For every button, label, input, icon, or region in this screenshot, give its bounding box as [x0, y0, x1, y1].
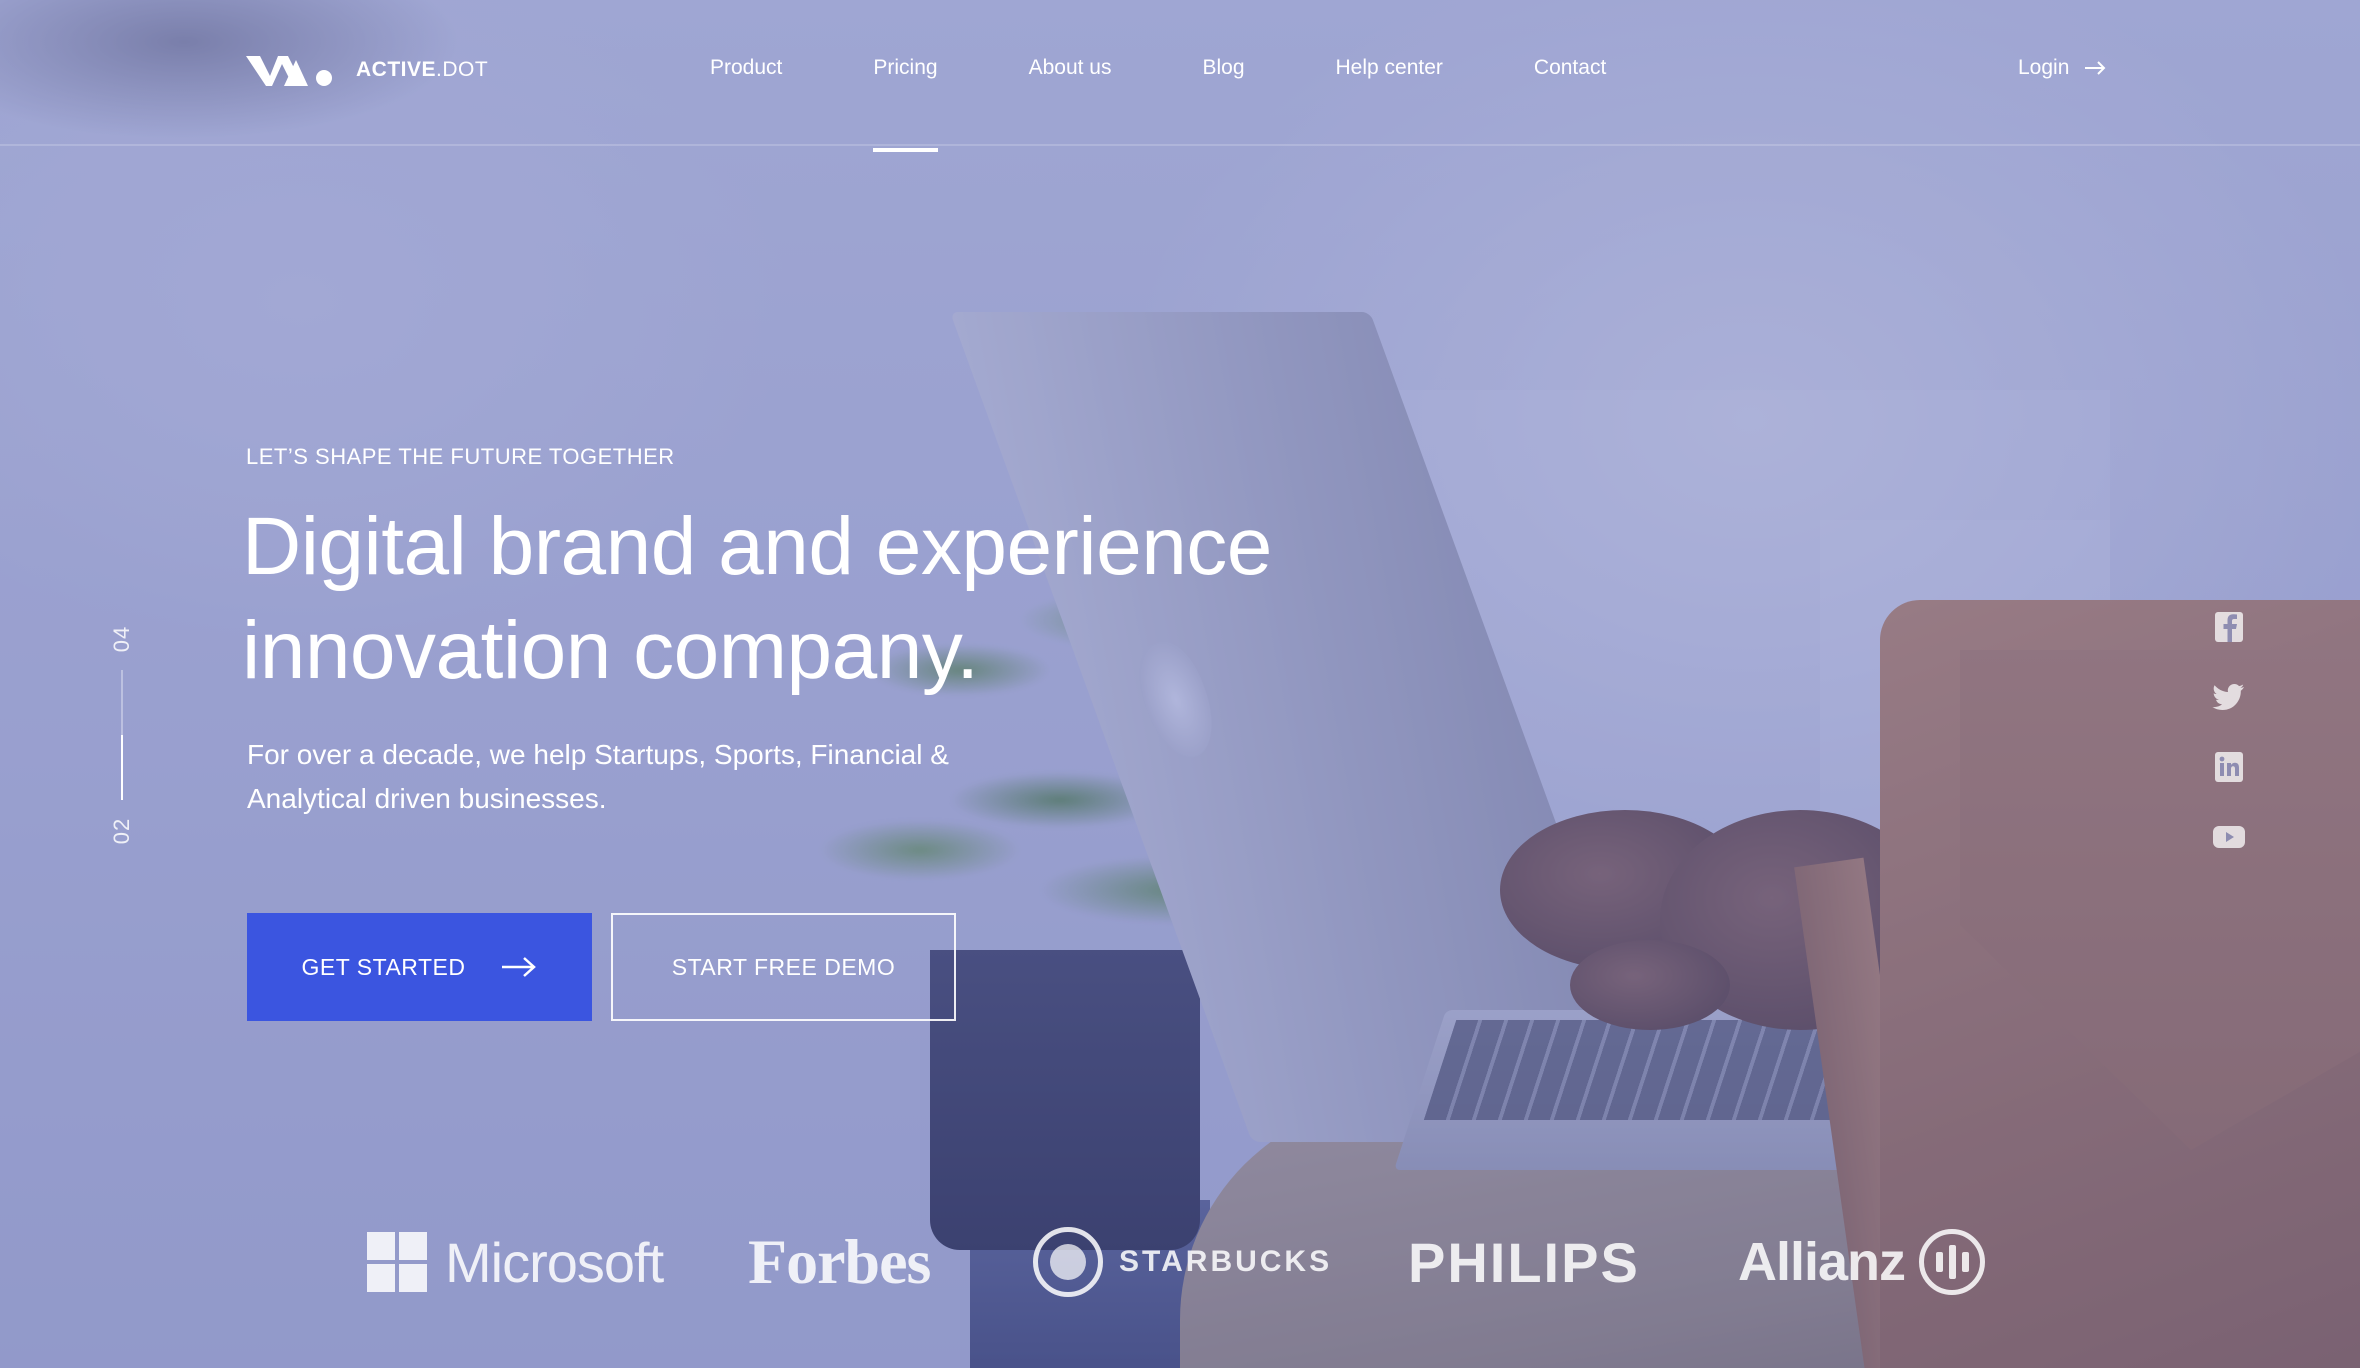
- site-header: ACTIVE.DOT Product Pricing About us Blog…: [0, 0, 2360, 152]
- allianz-wordmark: Allianz: [1738, 1232, 1906, 1292]
- logo-text: ACTIVE.DOT: [356, 58, 488, 82]
- login-label: Login: [2018, 56, 2070, 79]
- slide-current: 02: [109, 817, 134, 845]
- slide-indicator[interactable]: 04 02: [102, 618, 142, 852]
- linkedin-icon[interactable]: [2212, 752, 2246, 782]
- subtext-line-2: Analytical driven businesses.: [247, 783, 607, 814]
- nav-item-about-us[interactable]: About us: [1029, 56, 1112, 80]
- logo-mark-icon: [246, 56, 332, 86]
- get-started-button[interactable]: GET STARTED: [247, 913, 592, 1021]
- start-free-demo-button[interactable]: START FREE DEMO: [611, 913, 956, 1021]
- youtube-icon[interactable]: [2212, 822, 2246, 852]
- headline-line-2: innovation company.: [242, 605, 979, 696]
- brand-logo[interactable]: ACTIVE.DOT: [244, 50, 488, 90]
- facebook-icon[interactable]: [2212, 612, 2246, 642]
- get-started-label: GET STARTED: [301, 953, 466, 980]
- starbucks-wordmark: STARBUCKS: [1119, 1245, 1333, 1278]
- forbes-wordmark: Forbes: [748, 1226, 931, 1297]
- nav-item-pricing[interactable]: Pricing: [873, 56, 938, 152]
- hero-subtext: For over a decade, we help Startups, Spo…: [247, 733, 1067, 821]
- starbucks-siren-icon: [1033, 1227, 1103, 1297]
- login-link[interactable]: Login: [2018, 56, 2107, 80]
- nav-item-product[interactable]: Product: [710, 56, 782, 80]
- slide-total: 04: [109, 625, 134, 653]
- twitter-icon[interactable]: [2212, 682, 2246, 712]
- forbes-logo: Forbes: [748, 1222, 931, 1302]
- arrow-right-icon: [502, 957, 537, 977]
- nav-item-help-center[interactable]: Help center: [1336, 56, 1443, 80]
- subtext-line-1: For over a decade, we help Startups, Spo…: [247, 739, 949, 770]
- logo-text-light: .DOT: [436, 58, 489, 81]
- microsoft-logo: Microsoft: [367, 1222, 664, 1302]
- headline-line-1: Digital brand and experience: [242, 501, 1272, 592]
- philips-wordmark: PHILIPS: [1408, 1230, 1640, 1294]
- social-links: [2212, 612, 2246, 852]
- arrow-right-icon: [2085, 61, 2106, 75]
- starbucks-logo: STARBUCKS: [1033, 1222, 1332, 1302]
- nav-item-blog[interactable]: Blog: [1202, 56, 1244, 80]
- hero-eyebrow: LET’S SHAPE THE FUTURE TOGETHER: [246, 444, 675, 469]
- microsoft-windows-icon: [367, 1232, 427, 1292]
- logo-text-bold: ACTIVE: [356, 58, 437, 81]
- microsoft-wordmark: Microsoft: [445, 1230, 664, 1294]
- hero-headline: Digital brand and experience innovation …: [242, 495, 1442, 703]
- main-nav: Product Pricing About us Blog Help cente…: [710, 56, 1606, 152]
- nav-item-contact[interactable]: Contact: [1534, 56, 1606, 80]
- allianz-eagle-icon: [1919, 1229, 1986, 1295]
- allianz-logo: Allianz: [1738, 1222, 1986, 1302]
- partner-logos: Microsoft Forbes STARBUCKS PHILIPS Allia…: [0, 1222, 2360, 1302]
- slide-progress-fill: [121, 735, 123, 800]
- philips-logo: PHILIPS: [1408, 1222, 1640, 1302]
